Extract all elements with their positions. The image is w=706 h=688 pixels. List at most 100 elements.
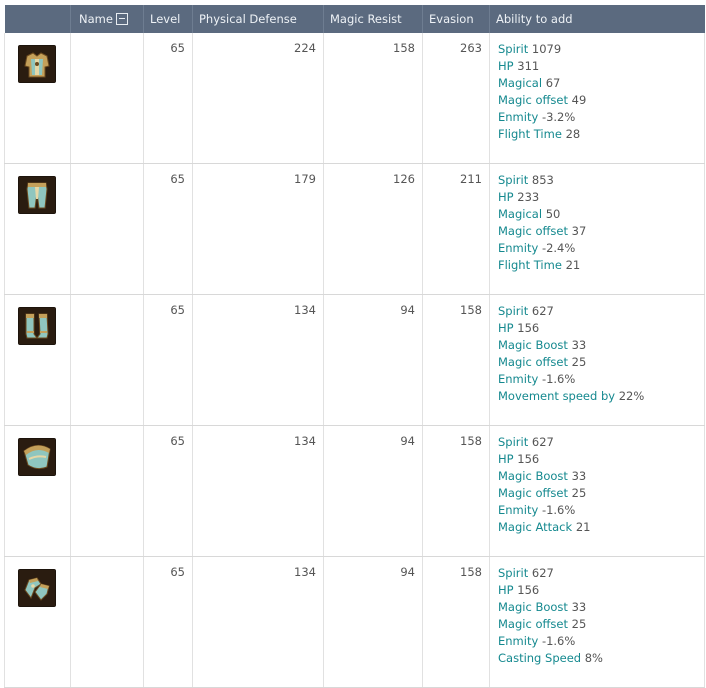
level-cell: 65: [143, 163, 193, 295]
ability-line: Enmity -1.6%: [498, 371, 704, 388]
ability-value: 33: [571, 469, 587, 483]
ability-line: Magic offset 25: [498, 485, 704, 502]
ability-name: Movement speed by: [498, 389, 616, 403]
ability-value: 1079: [531, 42, 562, 56]
header-name[interactable]: Name: [70, 5, 144, 33]
ability-value: 156: [517, 321, 540, 335]
item-icon-cell: [4, 163, 71, 295]
header-level-label: Level: [150, 12, 181, 26]
ability-name: Enmity: [498, 110, 539, 124]
level-cell: 65: [143, 294, 193, 426]
header-level[interactable]: Level: [143, 5, 193, 33]
chest-armor-icon[interactable]: [18, 45, 56, 83]
ability-name: HP: [498, 452, 514, 466]
header-physical-defense[interactable]: Physical Defense: [192, 5, 324, 33]
ability-value: 21: [575, 520, 591, 534]
item-icon-cell: [4, 425, 71, 557]
ability-list: Spirit 1079 HP 311 Magical 67 Magic offset …: [489, 33, 705, 164]
ability-name: HP: [498, 190, 514, 204]
header-icon-column: [4, 5, 71, 33]
ability-name: Spirit: [498, 304, 529, 318]
item-icon-cell: [4, 33, 71, 164]
ability-line: Magical 50: [498, 206, 704, 223]
item-name-cell: [70, 294, 144, 426]
ability-name: Magical: [498, 76, 543, 90]
ability-name: Magic offset: [498, 355, 568, 369]
ability-name: Magic Boost: [498, 469, 568, 483]
ability-line: Spirit 1079: [498, 41, 704, 58]
ability-value: 21: [565, 258, 581, 272]
ability-name: Magic offset: [498, 486, 568, 500]
header-ability-label: Ability to add: [496, 12, 573, 26]
header-magic-resist[interactable]: Magic Resist: [323, 5, 423, 33]
ability-line: Movement speed by 22%: [498, 388, 704, 405]
ability-name: Magic Attack: [498, 520, 573, 534]
shoulder-armor-icon[interactable]: [18, 438, 56, 476]
ability-name: Magic offset: [498, 224, 568, 238]
boots-icon[interactable]: [18, 307, 56, 345]
ability-line: Flight Time 21: [498, 257, 704, 274]
ability-line: Spirit 627: [498, 434, 704, 451]
table-row: 65 134 94 158 Spirit 627 HP 156 Magic Boost 33…: [4, 425, 705, 557]
evasion-cell: 158: [422, 425, 490, 557]
ability-name: HP: [498, 321, 514, 335]
header-physical-defense-label: Physical Defense: [199, 12, 297, 26]
magic-resist-cell: 94: [323, 294, 423, 426]
ability-line: Magic offset 25: [498, 354, 704, 371]
ability-line: Magic Boost 33: [498, 468, 704, 485]
ability-name: Enmity: [498, 241, 539, 255]
ability-line: Magical 67: [498, 75, 704, 92]
leg-armor-icon[interactable]: [18, 176, 56, 214]
level-cell: 65: [143, 33, 193, 164]
ability-name: Magic offset: [498, 93, 568, 107]
physical-defense-cell: 179: [192, 163, 324, 295]
ability-value: 627: [531, 304, 554, 318]
ability-value: 311: [517, 59, 540, 73]
ability-line: HP 156: [498, 451, 704, 468]
header-magic-resist-label: Magic Resist: [330, 12, 402, 26]
ability-line: Magic offset 49: [498, 92, 704, 109]
item-stats-table: Name Level Physical Defense Magic Resist…: [4, 5, 705, 688]
ability-value: 67: [545, 76, 561, 90]
ability-value: -3.2%: [541, 110, 576, 124]
ability-value: 25: [571, 617, 587, 631]
physical-defense-cell: 134: [192, 294, 324, 426]
gloves-icon[interactable]: [18, 569, 56, 607]
ability-line: Flight Time 28: [498, 126, 704, 143]
ability-value: 233: [517, 190, 540, 204]
table-row: 65 134 94 158 Spirit 627 HP 156 Magic Boost 33…: [4, 556, 705, 688]
item-icon-cell: [4, 556, 71, 688]
ability-name: Spirit: [498, 435, 529, 449]
ability-name: Enmity: [498, 634, 539, 648]
header-name-label: Name: [79, 12, 113, 26]
ability-line: Enmity -3.2%: [498, 109, 704, 126]
ability-line: HP 156: [498, 320, 704, 337]
ability-line: Magic offset 37: [498, 223, 704, 240]
magic-resist-cell: 94: [323, 556, 423, 688]
ability-name: Enmity: [498, 503, 539, 517]
ability-line: Magic Attack 21: [498, 519, 704, 536]
evasion-cell: 211: [422, 163, 490, 295]
ability-value: 156: [517, 452, 540, 466]
ability-value: 25: [571, 486, 587, 500]
ability-list: Spirit 627 HP 156 Magic Boost 33 Magic offs…: [489, 425, 705, 557]
ability-line: Casting Speed 8%: [498, 650, 704, 667]
ability-value: 33: [571, 338, 587, 352]
ability-line: HP 233: [498, 189, 704, 206]
ability-value: -1.6%: [541, 634, 576, 648]
item-name-cell: [70, 33, 144, 164]
ability-value: 627: [531, 435, 554, 449]
ability-name: Magic Boost: [498, 338, 568, 352]
evasion-cell: 158: [422, 556, 490, 688]
ability-name: Spirit: [498, 566, 529, 580]
collapse-minus-icon[interactable]: [115, 13, 128, 25]
magic-resist-cell: 126: [323, 163, 423, 295]
ability-value: 156: [517, 583, 540, 597]
physical-defense-cell: 224: [192, 33, 324, 164]
ability-line: Magic Boost 33: [498, 599, 704, 616]
ability-value: -1.6%: [541, 503, 576, 517]
item-name-cell: [70, 556, 144, 688]
ability-list: Spirit 627 HP 156 Magic Boost 33 Magic offs…: [489, 294, 705, 426]
header-evasion[interactable]: Evasion: [422, 5, 490, 33]
ability-name: Magical: [498, 207, 543, 221]
